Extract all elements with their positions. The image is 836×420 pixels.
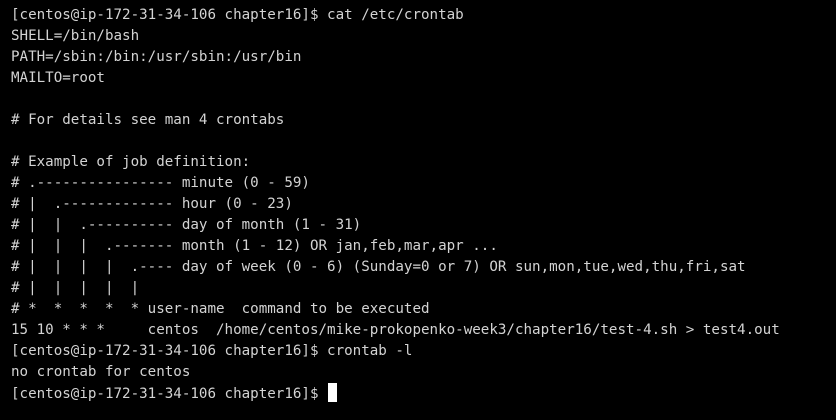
terminal-line: no crontab for centos <box>11 364 191 380</box>
terminal-line: # | | | | .---- day of week (0 - 6) (Sun… <box>11 259 746 275</box>
terminal-line: # .---------------- minute (0 - 59) <box>11 175 310 191</box>
terminal-line: # | | | | | <box>11 280 140 296</box>
terminal-line: # | | | .------- month (1 - 12) OR jan,f… <box>11 238 498 254</box>
terminal-line: PATH=/sbin:/bin:/usr/sbin:/usr/bin <box>11 49 302 65</box>
terminal-line: # For details see man 4 crontabs <box>11 112 285 128</box>
terminal-line: # | | .---------- day of month (1 - 31) <box>11 217 362 233</box>
terminal-line: # | .------------- hour (0 - 23) <box>11 196 293 212</box>
terminal-line: SHELL=/bin/bash <box>11 28 140 44</box>
terminal-line: # Example of job definition: <box>11 154 251 170</box>
terminal-line: MAILTO=root <box>11 70 105 86</box>
terminal-line: 15 10 * * * centos /home/centos/mike-pro… <box>11 322 780 338</box>
terminal-input-line[interactable]: [centos@ip-172-31-34-106 chapter16]$ <box>11 383 836 404</box>
terminal-line: [centos@ip-172-31-34-106 chapter16]$ cat… <box>11 7 464 23</box>
terminal-window[interactable]: [centos@ip-172-31-34-106 chapter16]$ cat… <box>0 0 836 420</box>
text-cursor <box>328 383 338 402</box>
terminal-line: # * * * * * user-name command to be exec… <box>11 301 430 317</box>
shell-prompt: [centos@ip-172-31-34-106 chapter16]$ <box>11 386 328 402</box>
terminal-line: [centos@ip-172-31-34-106 chapter16]$ cro… <box>11 343 413 359</box>
